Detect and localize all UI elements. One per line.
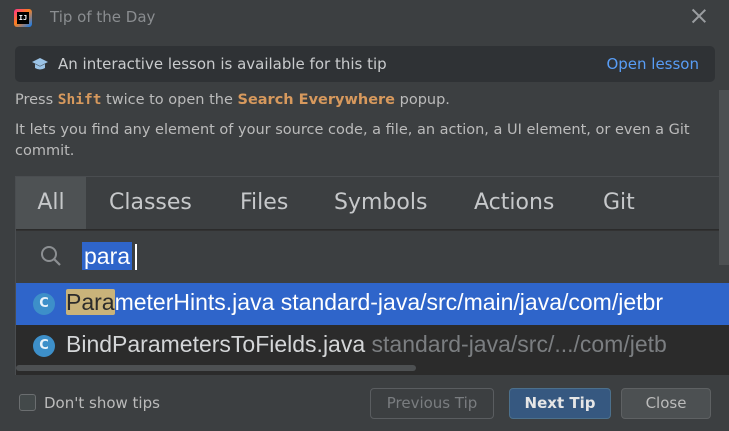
tab-symbols: Symbols bbox=[334, 190, 428, 215]
tip-illustration: All Classes Files Symbols Actions Git pa… bbox=[15, 176, 729, 375]
previous-tip-button[interactable]: Previous Tip bbox=[370, 388, 494, 419]
title-bar: IJ Tip of the Day bbox=[0, 0, 729, 36]
file-path: standard-java/src/.../com/jetb bbox=[365, 331, 667, 357]
tab-actions: Actions bbox=[474, 190, 555, 215]
close-button[interactable]: Close bbox=[621, 388, 711, 419]
result-row: C ParameterHints.java standard-java/src/… bbox=[16, 283, 729, 325]
tab-classes: Classes bbox=[109, 190, 192, 215]
horizontal-scrollbar bbox=[16, 365, 416, 371]
vertical-scrollbar[interactable] bbox=[719, 90, 729, 265]
close-icon[interactable] bbox=[691, 8, 707, 24]
search-everywhere-keyword: Search Everywhere bbox=[237, 92, 396, 108]
class-icon: C bbox=[33, 335, 55, 357]
file-path: standard-java/src/main/java/com/jetbr bbox=[274, 289, 663, 315]
lesson-text: An interactive lesson is available for t… bbox=[58, 55, 387, 73]
intellij-logo-icon: IJ bbox=[14, 9, 32, 27]
text-caret bbox=[135, 244, 137, 270]
tip-text-part: Press bbox=[15, 92, 58, 108]
match-highlight: Para bbox=[66, 289, 115, 315]
result-name: ParameterHints.java standard-java/src/ma… bbox=[66, 289, 663, 316]
open-lesson-link[interactable]: Open lesson bbox=[606, 55, 699, 73]
dialog-footer: Don't show tips Previous Tip Next Tip Cl… bbox=[0, 385, 729, 425]
shift-keyword: Shift bbox=[57, 92, 102, 108]
tip-text: Press Shift twice to open the Search Eve… bbox=[15, 92, 450, 108]
graduation-cap-icon bbox=[32, 58, 48, 70]
search-field: para bbox=[16, 230, 729, 283]
tab-files: Files bbox=[240, 190, 289, 215]
tip-text-part: twice to open the bbox=[101, 92, 238, 108]
tip-text-part: popup. bbox=[395, 92, 450, 108]
dont-show-tips-label[interactable]: Don't show tips bbox=[44, 394, 160, 412]
result-name: BindParametersToFields.java standard-jav… bbox=[66, 331, 667, 358]
window-title: Tip of the Day bbox=[50, 8, 156, 26]
file-name: BindParametersToFields.java bbox=[66, 331, 366, 357]
lesson-banner: An interactive lesson is available for t… bbox=[15, 46, 715, 82]
tab-all: All bbox=[16, 177, 86, 229]
result-row: C BindParametersToFields.java standard-j… bbox=[16, 325, 729, 367]
search-icon bbox=[41, 246, 61, 266]
tab-git: Git bbox=[603, 190, 635, 215]
search-query: para bbox=[82, 242, 133, 270]
search-tabs: All Classes Files Symbols Actions Git bbox=[16, 177, 729, 229]
class-icon: C bbox=[33, 293, 55, 315]
tip-description: It lets you find any element of your sou… bbox=[15, 122, 690, 159]
file-name: meterHints.java bbox=[114, 289, 275, 315]
next-tip-button[interactable]: Next Tip bbox=[509, 388, 611, 419]
dont-show-tips-checkbox[interactable] bbox=[19, 394, 36, 411]
